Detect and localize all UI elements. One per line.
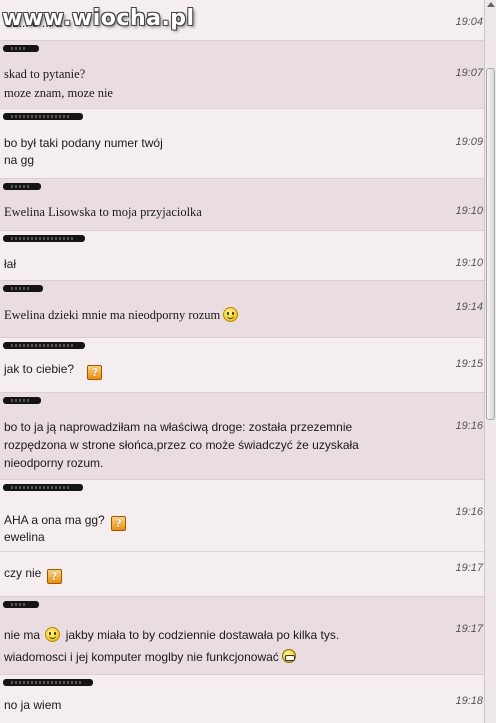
message-text-part: nie ma: [4, 628, 41, 642]
chat-history: www.wiocha.pl Cz... e ... a 19:04 skad t…: [0, 0, 484, 723]
scroll-up-arrow-icon[interactable]: [487, 2, 495, 7]
question-emoticon-icon: ?: [87, 365, 103, 380]
message-time: 19:04: [455, 16, 483, 28]
question-emoticon-icon: ?: [46, 569, 62, 584]
redacted-nickname: [3, 679, 93, 686]
message-text: ewelina: [4, 530, 45, 544]
chat-message: bo był taki podany numer twój na gg 19:0…: [0, 109, 484, 179]
chat-message: jak to ciebie? ? 19:15: [0, 338, 484, 393]
smile-emoticon-icon: [223, 307, 239, 322]
message-text-part: AHA a ona ma gg?: [4, 513, 105, 527]
message-time: 19:17: [455, 623, 483, 635]
message-text: Ewelina Lisowska to moja przyjaciolka: [4, 205, 202, 219]
message-text-part: wiadomosci i jej komputer moglby nie fun…: [4, 650, 279, 664]
chat-message: Ewelina dzieki mnie ma nieodporny rozum …: [0, 281, 484, 338]
message-text: bo to ja ją naprowadziłam na właściwą dr…: [4, 420, 353, 434]
message-text: na gg: [4, 153, 35, 167]
message-text: no ja wiem: [4, 698, 62, 712]
message-text: czy nie ?: [4, 566, 62, 584]
watermark-logo: www.wiocha.pl: [2, 6, 195, 31]
message-time: 19:16: [455, 420, 483, 432]
message-time: 19:09: [455, 136, 483, 148]
message-text-part: jakby miała to by codziennie dostawała p…: [65, 628, 340, 642]
redacted-nickname: [3, 342, 85, 349]
message-text: skad to pytanie?: [4, 67, 86, 81]
message-text: moze znam, moze nie: [4, 86, 113, 100]
chat-message: no ja wiem 19:18: [0, 675, 484, 723]
message-time: 19:07: [455, 67, 483, 79]
chat-message: skad to pytanie? moze znam, moze nie 19:…: [0, 41, 484, 109]
message-time: 19:16: [455, 506, 483, 518]
message-time: 19:17: [455, 562, 483, 574]
message-text: AHA a ona ma gg? ?: [4, 513, 127, 531]
redacted-nickname: [3, 601, 39, 608]
vertical-scrollbar[interactable]: [484, 0, 496, 723]
smile-emoticon-icon: [45, 627, 61, 642]
redacted-nickname: [3, 285, 43, 292]
redacted-nickname: [3, 484, 83, 491]
message-time: 19:18: [455, 695, 483, 707]
grin-emoticon-icon: [282, 649, 297, 663]
message-time: 19:15: [455, 358, 483, 370]
message-time: 19:14: [455, 301, 483, 313]
redacted-nickname: [3, 183, 41, 190]
message-time: 19:10: [455, 257, 483, 269]
redacted-nickname: [3, 235, 85, 242]
message-text-part: Ewelina dzieki mnie ma nieodporny rozum: [4, 308, 221, 322]
message-text: łał: [4, 257, 17, 271]
redacted-nickname: [3, 113, 83, 120]
message-text: rozpędzona w strone słońca,przez co może…: [4, 438, 359, 452]
message-time: 19:10: [455, 205, 483, 217]
chat-message: nie ma jakby miała to by codziennie dost…: [0, 597, 484, 675]
message-text-part: jak to ciebie?: [4, 362, 75, 376]
message-text: bo był taki podany numer twój: [4, 136, 163, 150]
message-text: wiadomosci i jej komputer moglby nie fun…: [4, 649, 297, 664]
message-text-part: czy nie: [4, 566, 42, 580]
redacted-nickname: [3, 45, 39, 52]
message-text: nieodporny rozum.: [4, 456, 104, 470]
scrollbar-thumb[interactable]: [486, 68, 495, 420]
message-text: Ewelina dzieki mnie ma nieodporny rozum: [4, 307, 239, 323]
chat-message: AHA a ona ma gg? ? ewelina 19:16: [0, 480, 484, 552]
chat-message: Ewelina Lisowska to moja przyjaciolka 19…: [0, 179, 484, 231]
chat-message: bo to ja ją naprowadziłam na właściwą dr…: [0, 393, 484, 480]
message-text: nie ma jakby miała to by codziennie dost…: [4, 627, 339, 642]
message-text: jak to ciebie? ?: [4, 362, 103, 380]
chat-message: łał 19:10: [0, 231, 484, 281]
redacted-nickname: [3, 397, 41, 404]
question-emoticon-icon: ?: [111, 516, 127, 531]
chat-message: czy nie ? 19:17: [0, 552, 484, 597]
